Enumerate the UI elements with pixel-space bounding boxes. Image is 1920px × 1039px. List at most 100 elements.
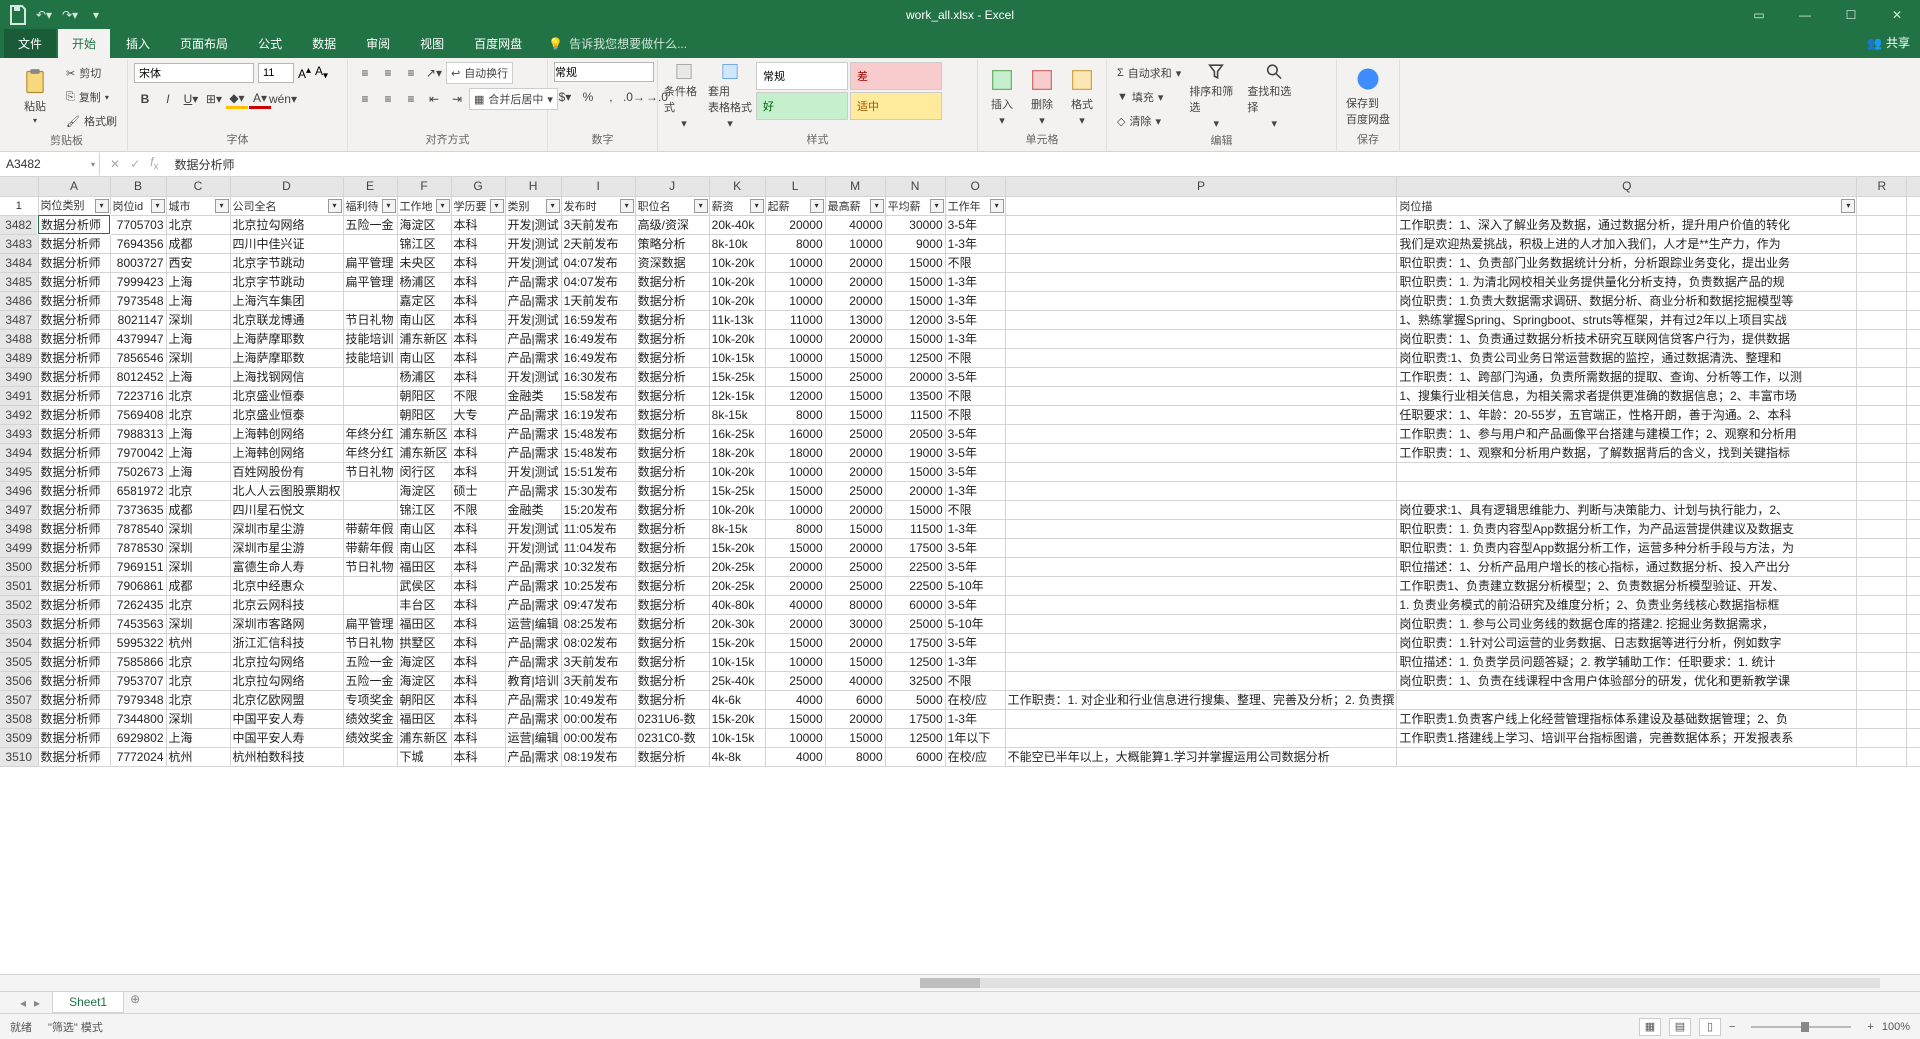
cell[interactable]: 15k-20k [709, 633, 765, 652]
fx-icon[interactable]: fx [150, 155, 158, 172]
cell[interactable]: 南山区 [397, 310, 451, 329]
cell[interactable]: 1、搜集行业相关信息，为相关需求者提供更准确的数据信息；2、丰富市场 [1397, 386, 1857, 405]
cell[interactable]: 不限 [945, 405, 1005, 424]
row-header[interactable]: 3492 [0, 405, 38, 424]
cell[interactable] [1005, 234, 1397, 253]
cell[interactable]: 上海 [166, 443, 230, 462]
cell[interactable]: 11k-13k [709, 310, 765, 329]
accept-formula-icon[interactable]: ✓ [130, 157, 140, 171]
cell[interactable]: 15000 [825, 652, 885, 671]
cell[interactable]: 北京 [166, 386, 230, 405]
format-table-button[interactable]: 套用 表格格式▾ [708, 62, 752, 130]
minimize-icon[interactable]: — [1782, 0, 1828, 30]
header-cell[interactable]: 平均薪▾ [885, 196, 945, 215]
cell[interactable]: 5000 [885, 690, 945, 709]
cell[interactable]: 岗位职责：1.针对公司运营的业务数据、日志数据等进行分析，例如数字 [1397, 633, 1857, 652]
cell[interactable]: 职位描述：1. 负责学员问题答疑；2. 教学辅助工作：任职要求：1. 统计 [1397, 652, 1857, 671]
cell[interactable]: 60000 [885, 595, 945, 614]
cell[interactable]: 20k-30k [709, 614, 765, 633]
cell[interactable]: 本科 [451, 424, 505, 443]
cell[interactable]: 成都 [166, 500, 230, 519]
column-header[interactable]: S [1907, 177, 1920, 196]
cell[interactable]: 成都 [166, 234, 230, 253]
cell[interactable]: 不限 [945, 253, 1005, 272]
cell[interactable]: 五险一金 [343, 652, 397, 671]
cell[interactable]: 四川星石悦文 [230, 500, 343, 519]
cell[interactable] [343, 747, 397, 766]
cell[interactable]: 12000 [885, 310, 945, 329]
cell[interactable]: 本科 [451, 614, 505, 633]
zoom-in-icon[interactable]: + [1867, 1021, 1873, 1033]
column-header[interactable]: R [1857, 177, 1907, 196]
cell[interactable]: 扁平管理 [343, 253, 397, 272]
column-header[interactable]: Q [1397, 177, 1857, 196]
cell[interactable]: 北京盛业恒泰 [230, 386, 343, 405]
tab-file[interactable]: 文件 [4, 29, 56, 58]
cell[interactable]: 00:00发布 [561, 709, 635, 728]
cell[interactable] [343, 234, 397, 253]
cell[interactable]: 08:19发布 [561, 747, 635, 766]
cell[interactable]: 数据分析 [635, 367, 709, 386]
cell[interactable]: 1-3年 [945, 519, 1005, 538]
cell[interactable] [1005, 576, 1397, 595]
cell[interactable]: 04:07发布 [561, 253, 635, 272]
tab-home[interactable]: 开始 [58, 29, 110, 58]
cell[interactable]: 产品|需求 [505, 690, 561, 709]
row-header[interactable]: 3487 [0, 310, 38, 329]
cell[interactable]: 4000 [765, 747, 825, 766]
filter-dropdown-icon[interactable]: ▾ [328, 199, 342, 213]
cell[interactable]: 我们是欢迎热爱挑战，积极上进的人才加入我们，人才是**生产力，作为 [1397, 234, 1857, 253]
cell[interactable]: 7856546 [110, 348, 166, 367]
cell[interactable]: 数据分析师 [38, 234, 110, 253]
row-header[interactable]: 3505 [0, 652, 38, 671]
cell[interactable]: 数据分析 [635, 595, 709, 614]
cell[interactable]: 8000 [765, 234, 825, 253]
cell[interactable]: 7705703 [110, 215, 166, 234]
cell[interactable]: 数据分析师 [38, 538, 110, 557]
cell[interactable]: 13500 [885, 386, 945, 405]
cell[interactable] [1005, 500, 1397, 519]
cell[interactable]: 15000 [825, 405, 885, 424]
cell[interactable]: 中国平安人寿 [230, 709, 343, 728]
cell[interactable]: 16:59发布 [561, 310, 635, 329]
cell[interactable]: 带薪年假 [343, 538, 397, 557]
cell[interactable]: 海淀区 [397, 652, 451, 671]
underline-icon[interactable]: U▾ [180, 89, 202, 109]
cell[interactable]: 本科 [451, 652, 505, 671]
border-icon[interactable]: ⊞▾ [203, 89, 225, 109]
filter-dropdown-icon[interactable]: ▾ [382, 199, 396, 213]
cell[interactable]: 职位职责：1. 负责内容型App数据分析工作，运营多种分析手段与方法，为 [1397, 538, 1857, 557]
undo-icon[interactable]: ↶▾ [32, 3, 56, 27]
row-header[interactable]: 3510 [0, 747, 38, 766]
cell[interactable]: 20k-25k [709, 557, 765, 576]
prev-sheet-icon[interactable]: ◂ [20, 996, 26, 1010]
filter-dropdown-icon[interactable]: ▾ [490, 199, 504, 213]
cell[interactable]: 7970042 [110, 443, 166, 462]
cell[interactable]: 北京联龙博通 [230, 310, 343, 329]
cell[interactable]: 8012452 [110, 367, 166, 386]
comma-icon[interactable]: , [600, 87, 622, 107]
cell[interactable]: 15k-20k [709, 709, 765, 728]
cell[interactable]: 8000 [765, 405, 825, 424]
cell[interactable]: 25k-40k [709, 671, 765, 690]
cell[interactable]: 资深数据 [635, 253, 709, 272]
cell[interactable]: 1-3年 [945, 329, 1005, 348]
cell[interactable]: 3-5年 [945, 310, 1005, 329]
cell[interactable]: 数据分析师 [38, 405, 110, 424]
cell[interactable]: 数据分析 [635, 557, 709, 576]
cell[interactable]: 数据分析师 [38, 557, 110, 576]
cell[interactable]: 产品|需求 [505, 348, 561, 367]
cell[interactable]: 80000 [825, 595, 885, 614]
cell[interactable]: 数据分析 [635, 405, 709, 424]
filter-dropdown-icon[interactable]: ▾ [620, 199, 634, 213]
cell[interactable]: 30000 [885, 215, 945, 234]
cell[interactable]: 上海 [166, 728, 230, 747]
tab-review[interactable]: 审阅 [352, 29, 404, 58]
cell[interactable]: 1-3年 [945, 291, 1005, 310]
cell[interactable]: 富德生命人寿 [230, 557, 343, 576]
clear-button[interactable]: ◇清除▾ [1113, 110, 1185, 132]
cell[interactable]: 6581972 [110, 481, 166, 500]
cell[interactable]: 本科 [451, 671, 505, 690]
cell[interactable]: 15000 [765, 481, 825, 500]
cell[interactable]: 上海韩创网络 [230, 424, 343, 443]
